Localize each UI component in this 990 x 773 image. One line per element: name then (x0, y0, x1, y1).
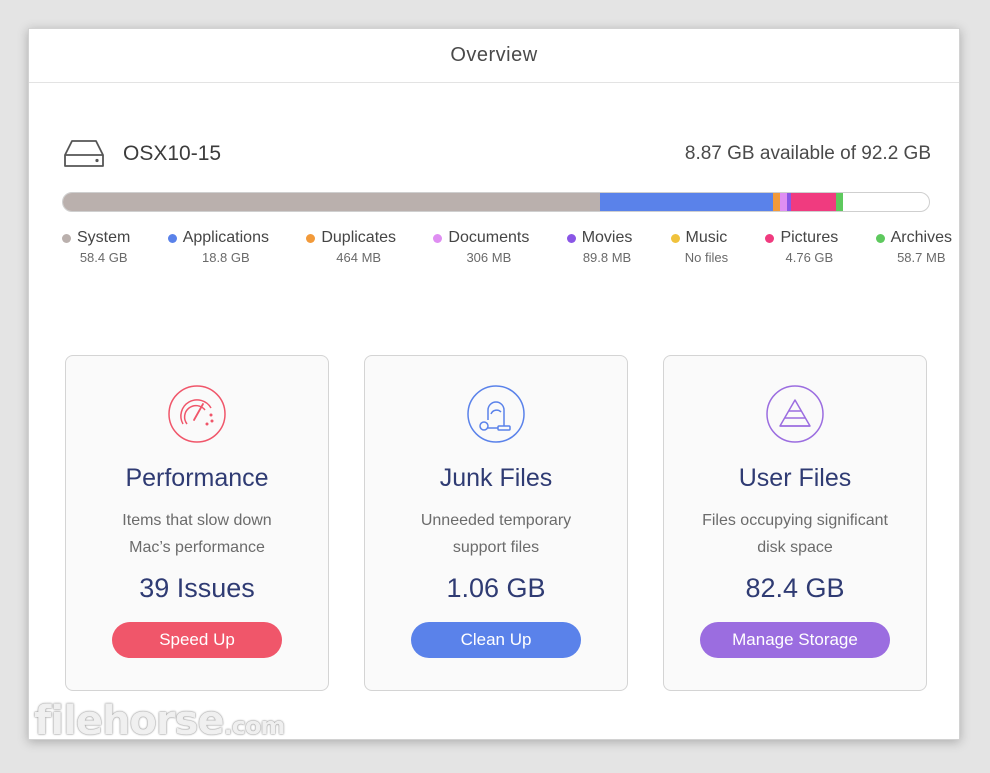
legend-label: Pictures (780, 229, 839, 246)
disk-name: OSX10-15 (123, 142, 222, 165)
legend-label: Archives (890, 229, 952, 246)
legend-dot (566, 233, 576, 243)
card-description-line: Files occupying significant (702, 512, 888, 529)
legend-dot (167, 233, 177, 243)
legend-dot (670, 233, 680, 243)
storage-segment-duplicates (773, 193, 781, 211)
junk-files-card: Junk Files Unneeded temporary support fi… (364, 355, 628, 691)
legend-size: 89.8 MB (582, 250, 632, 265)
legend-size: 4.76 GB (785, 250, 834, 265)
card-description-line: Unneeded temporary (420, 512, 572, 529)
legend-item-pictures: Pictures 4.76 GB (765, 229, 838, 265)
legend-size: 306 MB (466, 250, 512, 265)
card-description-line: disk space (757, 539, 833, 556)
legend-label: Applications (182, 229, 269, 246)
legend-label: Movies (581, 229, 633, 246)
legend-size: 58.4 GB (79, 250, 128, 265)
speedometer-icon (168, 385, 226, 443)
card-value: 39 Issues (139, 573, 255, 603)
user-files-card: User Files Files occupying significant d… (663, 355, 927, 691)
storage-segment-system (63, 193, 600, 211)
legend-item-duplicates: Duplicates 464 MB (306, 229, 396, 265)
manage-storage-button[interactable]: Manage Storage (700, 622, 890, 658)
legend-label: System (77, 229, 131, 246)
legend-item-music: Music No files (670, 229, 728, 265)
storage-legend: System 58.4 GB Applications 18.8 GB Dupl… (62, 229, 952, 265)
legend-item-documents: Documents 306 MB (433, 229, 529, 265)
legend-label: Duplicates (321, 229, 397, 246)
legend-label: Documents (448, 229, 530, 246)
pyramid-icon (766, 385, 824, 443)
filehorse-watermark: filehorse.com (34, 698, 286, 744)
legend-dot (765, 233, 775, 243)
card-value: 82.4 GB (745, 573, 845, 603)
disk-available: 8.87 GB available of 92.2 GB (684, 143, 931, 164)
legend-size: 464 MB (336, 250, 382, 265)
window-title: Overview (29, 29, 959, 83)
card-title: Junk Files (439, 464, 553, 492)
card-description: Unneeded temporary support files (376, 507, 616, 561)
speed-up-button[interactable]: Speed Up (112, 622, 282, 658)
card-title: Performance (125, 464, 269, 492)
performance-card: Performance Items that slow down Mac’s p… (65, 355, 329, 691)
storage-segment-archives (836, 193, 844, 211)
card-value: 1.06 GB (446, 573, 546, 603)
watermark-suffix: .com (223, 712, 286, 740)
storage-segment-pictures (791, 193, 837, 211)
overview-window: Overview OSX10-15 8.87 GB available of 9… (28, 28, 960, 740)
legend-item-archives: Archives 58.7 MB (875, 229, 952, 265)
legend-dot (306, 233, 316, 243)
storage-segment-documents (780, 193, 787, 211)
hard-drive-icon (64, 140, 104, 167)
card-description: Items that slow down Mac’s performance (77, 507, 317, 561)
legend-item-movies: Movies 89.8 MB (566, 229, 633, 265)
storage-segment-applications (599, 193, 774, 211)
storage-usage-bar (62, 192, 930, 212)
watermark-main: filehorse (34, 698, 225, 744)
legend-dot (875, 233, 885, 243)
card-description-line: Items that slow down (122, 512, 272, 529)
legend-dot (62, 233, 71, 243)
legend-size: 58.7 MB (897, 250, 946, 265)
legend-dot (433, 233, 443, 243)
card-description: Files occupying significant disk space (675, 507, 915, 561)
legend-size: No files (684, 250, 729, 265)
card-description-line: support files (452, 539, 540, 556)
clean-up-button[interactable]: Clean Up (411, 622, 581, 658)
vacuum-cleaner-icon (467, 385, 525, 443)
legend-label: Music (685, 229, 728, 246)
legend-item-applications: Applications 18.8 GB (167, 229, 269, 265)
disk-header: OSX10-15 8.87 GB available of 92.2 GB (63, 137, 931, 171)
card-description-line: Mac’s performance (129, 539, 265, 556)
card-title: User Files (738, 464, 852, 492)
legend-size: 18.8 GB (201, 250, 250, 265)
legend-item-system: System 58.4 GB (62, 229, 130, 265)
